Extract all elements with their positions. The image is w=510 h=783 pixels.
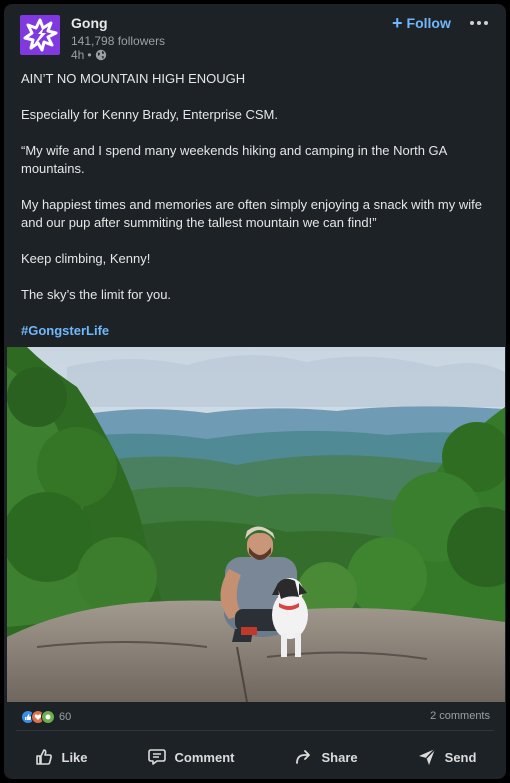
send-button[interactable]: Send [407, 741, 487, 773]
post-image[interactable] [7, 347, 505, 702]
meta-separator: • [87, 48, 92, 62]
post-paragraph: Especially for Kenny Brady, Enterprise C… [21, 107, 278, 122]
comment-icon [147, 747, 167, 767]
post-time: 4h [71, 48, 85, 62]
post-meta: 4h • [71, 48, 107, 62]
comment-button[interactable]: Comment [137, 741, 245, 773]
post-header: Gong 141,798 followers 4h • + Follow [4, 4, 506, 64]
action-bar: Like Comment Share Send [4, 737, 506, 777]
like-label: Like [61, 749, 88, 765]
follow-label: Follow [406, 15, 451, 31]
divider [16, 730, 494, 731]
follow-button[interactable]: + Follow [392, 13, 451, 33]
like-icon [34, 747, 54, 767]
post-paragraph: My happiest times and memories are often… [21, 197, 482, 230]
plus-icon: + [392, 13, 403, 33]
post-paragraph: “My wife and I spend many weekends hikin… [21, 143, 447, 176]
follower-count: 141,798 followers [71, 34, 166, 48]
send-icon [417, 747, 437, 767]
social-counts: 60 2 comments [4, 704, 506, 728]
post-card: Gong 141,798 followers 4h • + Follow AIN… [4, 4, 506, 779]
hashtag-link[interactable]: #GongsterLife [21, 323, 109, 338]
share-button[interactable]: Share [284, 741, 368, 773]
company-name[interactable]: Gong [71, 15, 108, 31]
send-label: Send [444, 749, 477, 765]
like-button[interactable]: Like [24, 741, 98, 773]
post-paragraph: Keep climbing, Kenny! [21, 251, 151, 266]
comment-label: Comment [174, 749, 235, 765]
company-logo[interactable] [20, 15, 60, 55]
share-icon [294, 747, 314, 767]
more-icon[interactable] [466, 13, 492, 33]
post-paragraph: The sky’s the limit for you. [21, 287, 172, 302]
globe-icon [95, 49, 107, 61]
post-headline: AIN’T NO MOUNTAIN HIGH ENOUGH [21, 71, 246, 86]
post-text: AIN’T NO MOUNTAIN HIGH ENOUGH Especially… [21, 70, 491, 358]
reactions-summary[interactable]: 60 [21, 710, 71, 724]
comments-count[interactable]: 2 comments [430, 710, 490, 722]
celebrate-reaction-icon [41, 710, 55, 724]
reaction-count: 60 [59, 711, 72, 723]
share-label: Share [321, 749, 358, 765]
